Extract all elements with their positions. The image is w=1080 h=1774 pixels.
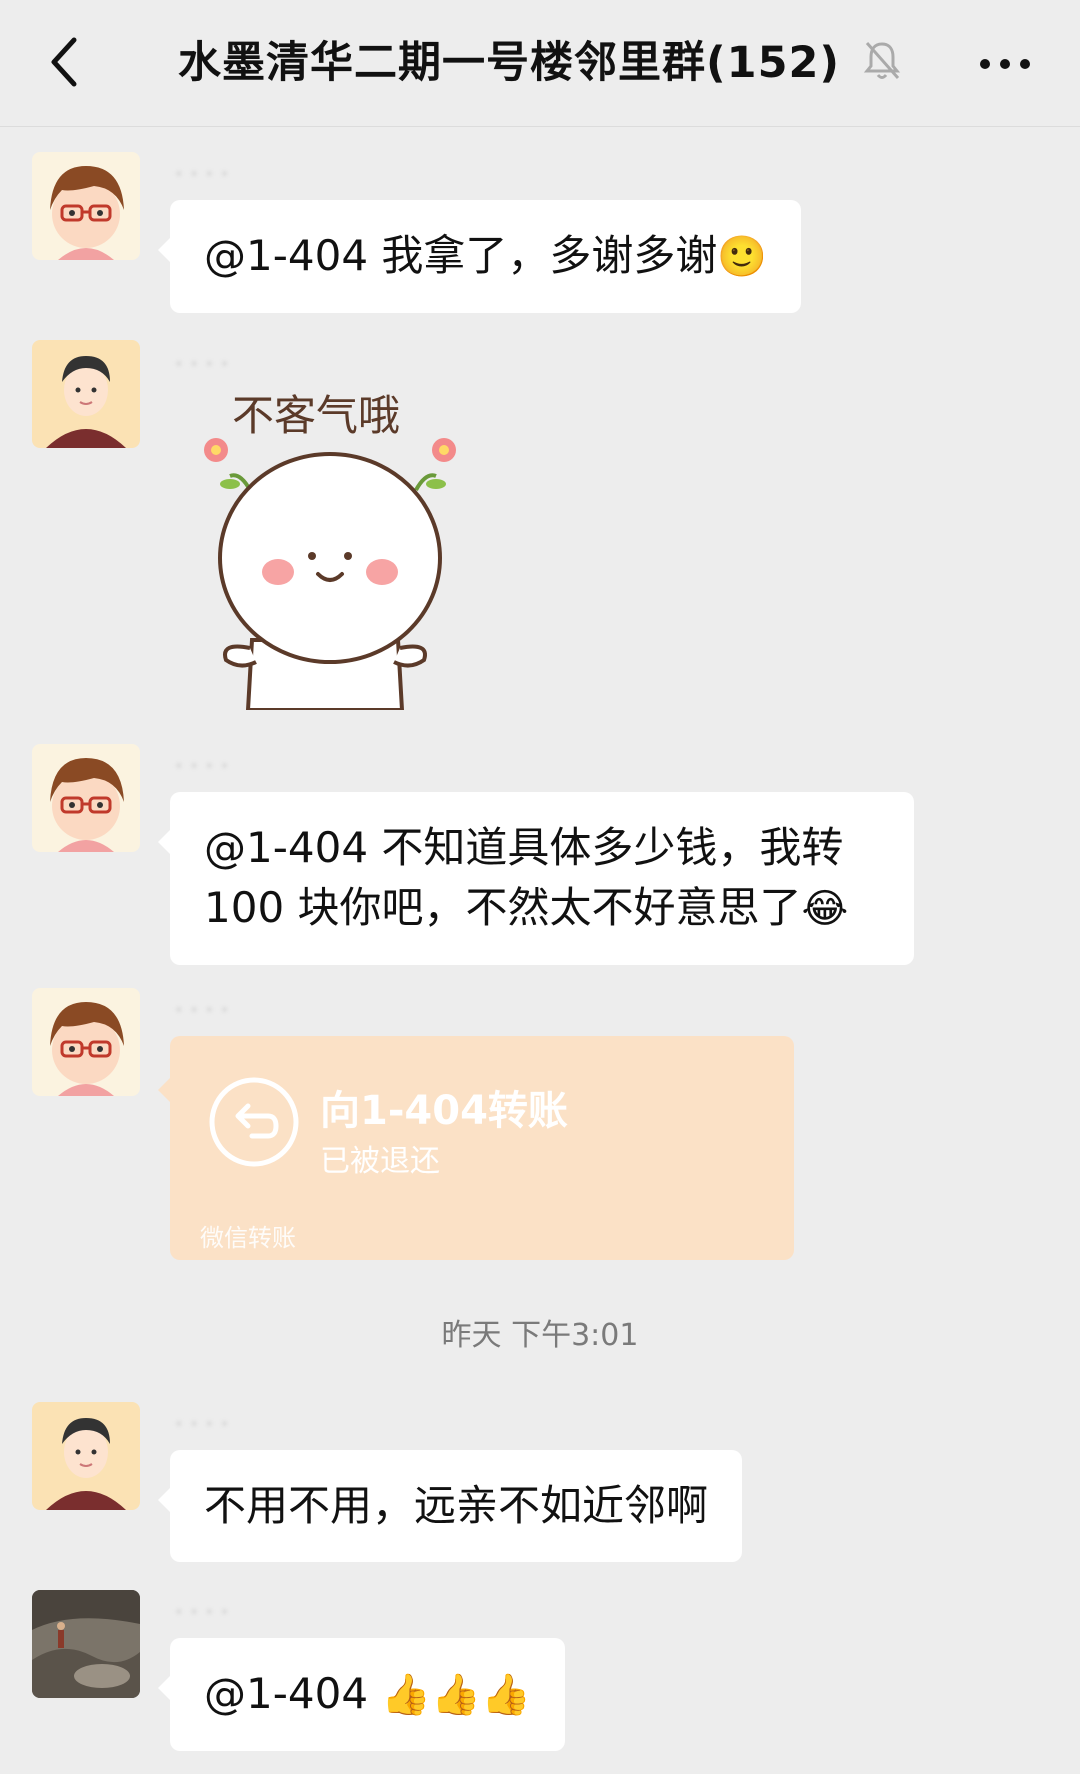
more-dots-icon[interactable] bbox=[975, 44, 1035, 84]
laughing-emoji-icon: 😂 bbox=[801, 886, 849, 932]
transfer-title: 向1-404转账 bbox=[320, 1088, 568, 1134]
message-text: @1-404 bbox=[204, 1669, 382, 1718]
sender-name: · · · · bbox=[175, 350, 229, 378]
transfer-status: 已被退还 bbox=[320, 1144, 440, 1179]
sender-name: · · · · bbox=[175, 160, 229, 188]
back-chevron-icon[interactable] bbox=[38, 32, 98, 92]
thumbs-up-emoji-icon: 👍👍👍 bbox=[381, 1672, 531, 1718]
chat-title: 水墨清华二期一号楼邻里群(152) bbox=[178, 38, 841, 88]
avatar[interactable] bbox=[32, 744, 140, 852]
sender-name: · · · · bbox=[175, 752, 229, 780]
avatar[interactable] bbox=[32, 152, 140, 260]
avatar[interactable] bbox=[32, 340, 140, 448]
message-bubble[interactable]: @1-404 👍👍👍 bbox=[158, 1638, 565, 1751]
smile-emoji-icon: 🙂 bbox=[717, 234, 768, 280]
return-arrow-icon bbox=[209, 1077, 299, 1167]
sticker[interactable]: 不客气哦 bbox=[190, 380, 480, 712]
chat-header: 水墨清华二期一号楼邻里群(152) bbox=[0, 0, 1080, 127]
transfer-card[interactable]: 向1-404转账 已被退还 微信转账 bbox=[158, 1036, 794, 1260]
sender-name: · · · · bbox=[175, 996, 229, 1024]
message-text-line: @1-404 不知道具体多少钱，我转 bbox=[204, 823, 844, 872]
avatar[interactable] bbox=[32, 1590, 140, 1698]
message-text: @1-404 我拿了，多谢多谢 bbox=[204, 231, 718, 280]
avatar[interactable] bbox=[32, 988, 140, 1096]
message-text-line: 100 块你吧，不然太不好意思了 bbox=[204, 883, 802, 932]
sender-name: · · · · bbox=[175, 1598, 229, 1626]
sticker-text: 不客气哦 bbox=[232, 392, 400, 439]
sender-name: · · · · bbox=[175, 1410, 229, 1438]
message-bubble[interactable]: @1-404 我拿了，多谢多谢🙂 bbox=[157, 200, 802, 313]
message-text: 不用不用，远亲不如近邻啊 bbox=[204, 1481, 709, 1530]
mute-bell-icon bbox=[863, 42, 901, 79]
transfer-footer: 微信转账 bbox=[200, 1224, 296, 1252]
avatar[interactable] bbox=[32, 1402, 140, 1510]
message-bubble[interactable]: 不用不用，远亲不如近邻啊 bbox=[157, 1450, 743, 1562]
message-bubble[interactable]: @1-404 不知道具体多少钱，我转 100 块你吧，不然太不好意思了😂 bbox=[158, 792, 914, 965]
timestamp: 昨天 下午3:01 bbox=[441, 1318, 639, 1353]
